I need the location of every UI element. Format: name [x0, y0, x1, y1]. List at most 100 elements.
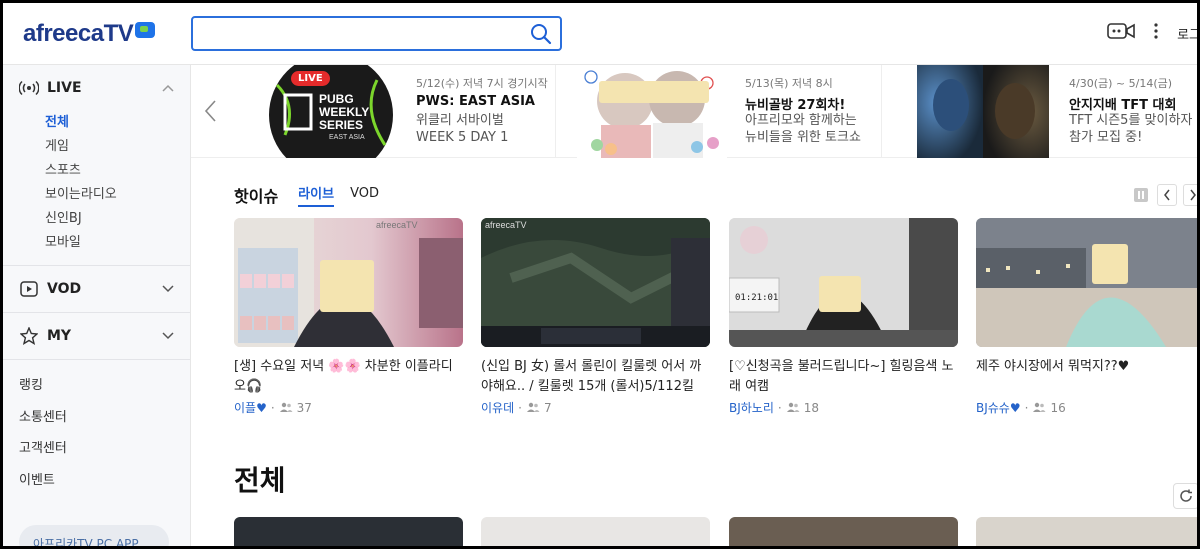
- sidebar-live-header[interactable]: LIVE: [3, 65, 190, 111]
- banner-title: 안지지배 TFT 대회: [1069, 98, 1177, 113]
- viewers-icon: [786, 401, 800, 415]
- banner-pws-image-line-4: EAST ASIA: [329, 134, 365, 141]
- viewer-count: 18: [803, 400, 820, 415]
- pc-app-label: 아프리카TV PC APP: [33, 537, 139, 549]
- refresh-icon: [1180, 489, 1192, 502]
- refresh-button[interactable]: [1173, 483, 1197, 509]
- pause-icon[interactable]: [1131, 184, 1151, 206]
- sidebar-item-radio[interactable]: 보이는라디오: [45, 183, 190, 207]
- chevron-up-icon[interactable]: [162, 80, 174, 96]
- stream-title[interactable]: [♡신청곡을 불러드립니다~] 힐링음색 노래 여캠: [729, 357, 958, 397]
- banner-tft[interactable]: 4/30(금) ~ 5/14(금) 안지지배 TFT 대회 TFT 시즌5를 맞…: [917, 65, 1197, 158]
- bj-name[interactable]: 이플♥: [234, 399, 267, 416]
- sidebar-my-section: MY: [3, 313, 190, 360]
- banner-pws-image-line-2: WEEKLY: [319, 105, 369, 119]
- pc-app-button[interactable]: 아프리카TV PC APP: [19, 525, 169, 549]
- stream-thumbnail[interactable]: [481, 517, 710, 546]
- more-menu-icon[interactable]: [1153, 22, 1159, 44]
- tab-live[interactable]: 라이브: [298, 183, 335, 207]
- sidebar-item-mobile[interactable]: 모바일: [45, 231, 190, 255]
- header-actions: 로그: [1107, 21, 1197, 45]
- carousel-prev-button[interactable]: [1157, 184, 1177, 206]
- banner-desc-line-2: 참가 모집 중!: [1069, 130, 1143, 145]
- banner-date: 5/12(수) 저녁 7시 경기시작: [416, 77, 548, 90]
- live-card[interactable]: afreecaTV (신입 BJ 女) 롤서 롤린이 킬룰렛 어서 까야해요..…: [481, 218, 710, 416]
- stream-thumbnail[interactable]: [234, 517, 463, 546]
- search-icon[interactable]: [530, 23, 552, 45]
- chevron-down-icon[interactable]: [162, 328, 174, 344]
- bj-name[interactable]: BJ슈슈♥: [976, 399, 1021, 416]
- stream-thumbnail[interactable]: [976, 218, 1197, 347]
- tab-vod[interactable]: VOD: [350, 186, 379, 204]
- bj-name[interactable]: 이유데: [481, 399, 514, 416]
- live-card[interactable]: 01:21:01 [♡신청곡을 불러드립니다~] 힐링음색 노래 여캠 BJ하노…: [729, 218, 958, 416]
- chevron-left-icon: [1164, 189, 1170, 201]
- banner-divider: [881, 65, 882, 158]
- banner-tft-image: [917, 65, 1049, 158]
- search-input[interactable]: [203, 18, 523, 48]
- banner-title: 뉴비골방 27회차!: [745, 98, 846, 113]
- stream-thumbnail[interactable]: [976, 517, 1197, 546]
- sidebar-item-customer-center[interactable]: 고객센터: [19, 433, 190, 465]
- sidebar-item-sports[interactable]: 스포츠: [45, 159, 190, 183]
- face-blur: [819, 276, 861, 312]
- stream-thumbnail[interactable]: afreecaTV: [481, 218, 710, 347]
- afreecatv-logo[interactable]: afreecaTV: [23, 19, 156, 49]
- hot-issue-controls: [1131, 184, 1197, 206]
- meta-separator: ·: [777, 400, 782, 415]
- tv-logo-icon: [135, 22, 156, 38]
- search-box: [191, 16, 562, 51]
- stream-thumbnail[interactable]: [729, 517, 958, 546]
- stream-title[interactable]: 제주 야시장에서 뭐먹지??♥: [976, 357, 1197, 397]
- stream-thumbnail[interactable]: afreecaTV: [234, 218, 463, 347]
- sidebar-vod-section: VOD: [3, 266, 190, 313]
- sidebar-item-all[interactable]: 전체: [45, 111, 190, 135]
- viewer-count: 37: [296, 400, 312, 415]
- live-card[interactable]: 제주 야시장에서 뭐먹지??♥ BJ슈슈♥ · 16: [976, 218, 1197, 416]
- sidebar-item-event[interactable]: 이벤트: [19, 465, 190, 497]
- sidebar-live-label: LIVE: [47, 80, 82, 96]
- meta-separator: ·: [518, 400, 522, 415]
- sidebar-item-rookie-bj[interactable]: 신인BJ: [45, 207, 190, 231]
- stream-meta: 이유데 · 7: [481, 399, 710, 416]
- play-icon: [19, 279, 39, 299]
- hot-issue-header: 핫이슈 라이브 VOD: [234, 183, 379, 207]
- broadcast-camera-icon[interactable]: [1107, 21, 1135, 45]
- watermark-text: afreecaTV: [485, 220, 527, 230]
- meta-separator: ·: [270, 400, 275, 415]
- live-card[interactable]: afreecaTV [생] 수요일 저녁 🌸🌸 차분한 이플라디오🎧 이플♥ ·…: [234, 218, 463, 416]
- chevron-right-icon: [1190, 189, 1196, 201]
- promo-banner-row: LIVE PUBG WEEKLY SERIES EAST ASIA 5/12(수…: [191, 65, 1197, 158]
- sidebar-my-label: MY: [47, 328, 72, 344]
- stream-title[interactable]: [생] 수요일 저녁 🌸🌸 차분한 이플라디오🎧: [234, 357, 463, 397]
- chevron-down-icon[interactable]: [162, 281, 174, 297]
- stream-meta: BJ하노리 · 18: [729, 399, 958, 416]
- sidebar-item-game[interactable]: 게임: [45, 135, 190, 159]
- bj-name[interactable]: BJ하노리: [729, 399, 774, 416]
- viewer-count: 7: [543, 400, 552, 415]
- all-section-title: 전체: [234, 464, 286, 497]
- sidebar-vod-header[interactable]: VOD: [3, 266, 190, 312]
- stream-title[interactable]: (신입 BJ 女) 롤서 롤린이 킬룰렛 어서 까야해요.. / 킬룰렛 15개…: [481, 357, 710, 397]
- sidebar-live-section: LIVE 전체 게임 스포츠 보이는라디오 신인BJ 모바일: [3, 65, 190, 266]
- sidebar-item-communication-center[interactable]: 소통센터: [19, 402, 190, 434]
- banner-pws[interactable]: LIVE PUBG WEEKLY SERIES EAST ASIA 5/12(수…: [233, 65, 553, 158]
- carousel-next-button[interactable]: [1183, 184, 1197, 206]
- banner-newbie[interactable]: 5/13(목) 저녁 8시 뉴비골방 27회차! 아프리모와 함께하는 뉴비들을…: [577, 65, 877, 158]
- meta-separator: ·: [1024, 400, 1029, 415]
- sidebar-item-ranking[interactable]: 랭킹: [19, 370, 190, 402]
- sidebar-my-header[interactable]: MY: [3, 313, 190, 359]
- banner-date: 4/30(금) ~ 5/14(금): [1069, 77, 1173, 90]
- viewers-icon: [1032, 401, 1046, 415]
- face-blur: [320, 260, 374, 312]
- top-header: afreecaTV 로그: [3, 3, 1197, 65]
- logo-text: afreecaTV: [23, 20, 134, 47]
- viewers-icon: [279, 401, 293, 415]
- face-blur: [1092, 244, 1128, 284]
- login-button[interactable]: 로그: [1177, 24, 1197, 43]
- sidebar-menu: 랭킹 소통센터 고객센터 이벤트: [3, 360, 190, 496]
- chevron-left-icon[interactable]: [203, 99, 217, 123]
- banner-desc-line-2: 뉴비들을 위한 토크쇼: [745, 130, 861, 145]
- banner-desc-line-1: TFT 시즌5를 맞이하자: [1069, 113, 1193, 128]
- stream-thumbnail[interactable]: 01:21:01: [729, 218, 958, 347]
